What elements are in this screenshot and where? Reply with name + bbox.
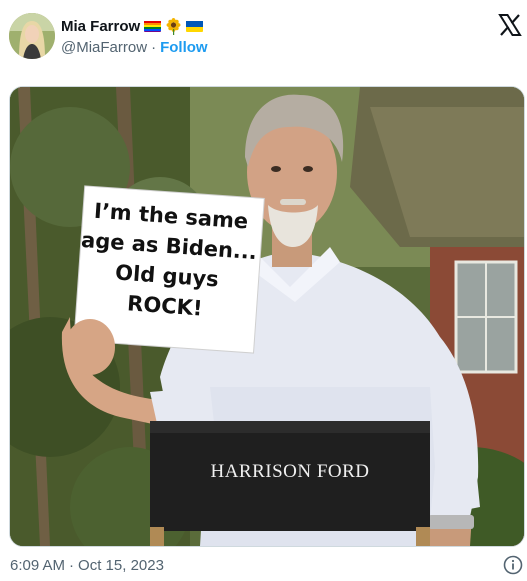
author-name[interactable]: Mia Farrow bbox=[61, 18, 140, 35]
tweet-date: Oct 15, 2023 bbox=[78, 557, 164, 574]
tweet-card: Mia Farrow @MiaFarrow · Follow I’m the s… bbox=[0, 0, 527, 581]
x-logo-icon[interactable] bbox=[498, 13, 522, 37]
info-icon[interactable] bbox=[503, 555, 523, 575]
author-name-row: Mia Farrow bbox=[61, 16, 204, 36]
sunflower-icon bbox=[165, 17, 182, 35]
separator-dot: · bbox=[69, 557, 75, 574]
rainbow-flag-icon bbox=[144, 20, 162, 32]
tweet-timestamp[interactable]: 6:09 AM · Oct 15, 2023 bbox=[10, 557, 164, 574]
follow-link[interactable]: Follow bbox=[160, 39, 208, 56]
author-handle[interactable]: @MiaFarrow bbox=[61, 39, 147, 56]
chair-label: HARRISON FORD bbox=[210, 461, 370, 482]
ukraine-flag-icon bbox=[186, 20, 204, 32]
separator-dot: · bbox=[151, 39, 157, 56]
author-handle-row: @MiaFarrow · Follow bbox=[61, 39, 208, 56]
tweet-image[interactable]: I’m the same age as Biden... Old guys RO… bbox=[9, 86, 525, 547]
avatar[interactable] bbox=[9, 13, 55, 59]
sign-text: I’m the same age as Biden... Old guys RO… bbox=[72, 195, 264, 328]
tweet-time: 6:09 AM bbox=[10, 557, 66, 574]
